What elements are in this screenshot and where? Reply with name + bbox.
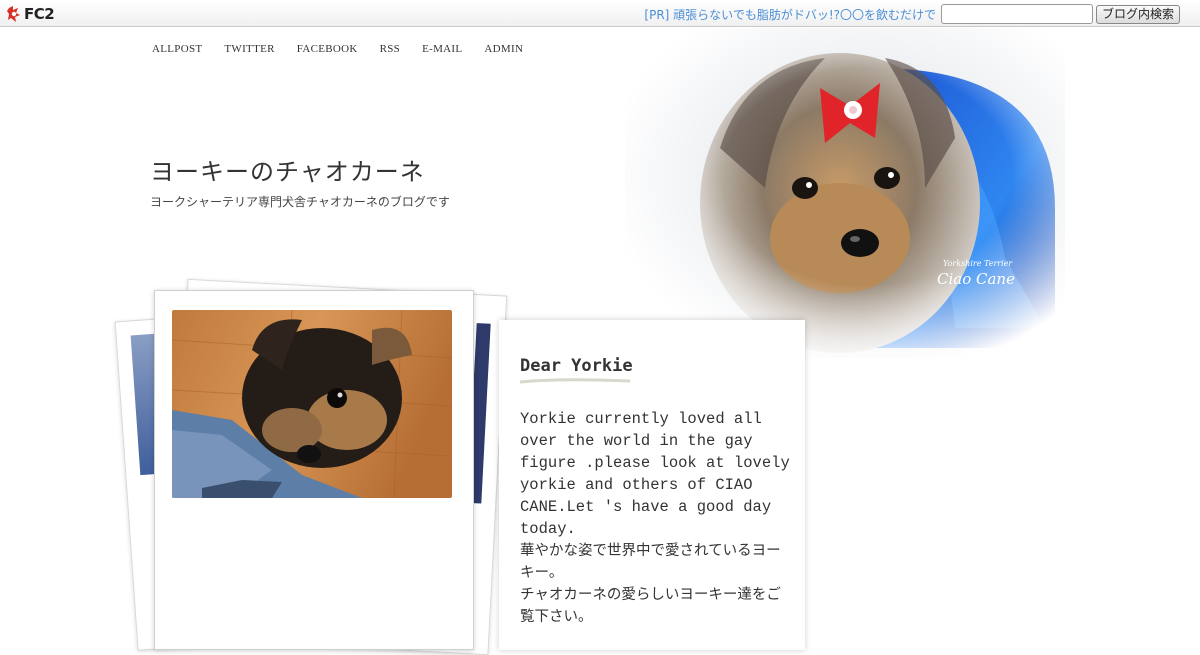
blog-title[interactable]: ヨーキーのチャオカーネ [150, 152, 425, 187]
fc2-toolbar: FC2 [PR] 頑張らないでも脂肪がドバッ!?〇〇を飲むだけで ブログ内検索 [0, 0, 1200, 27]
nav-twitter[interactable]: TWITTER [224, 43, 274, 55]
fc2-logo-icon [7, 6, 20, 22]
nav-admin[interactable]: ADMIN [484, 43, 523, 55]
nav-email[interactable]: E-MAIL [422, 43, 462, 55]
blog-description: ヨークシャーテリア専門犬舎チャオカーネのブログです [150, 195, 450, 209]
about-text-english: Yorkie currently loved all over the worl… [520, 410, 790, 538]
nav-facebook[interactable]: FACEBOOK [297, 43, 358, 55]
pr-ad-link[interactable]: [PR] 頑張らないでも脂肪がドバッ!?〇〇を飲むだけで [644, 6, 936, 23]
nav-allpost[interactable]: ALLPOST [152, 43, 202, 55]
hero-caption-large: Ciao Cane [937, 270, 1015, 288]
featured-photo-card[interactable] [154, 290, 474, 650]
about-text-japanese-1: 華やかな姿で世界中で愛されているヨーキー。 [520, 543, 781, 581]
puppy-photo[interactable] [172, 310, 452, 498]
main-nav: ALLPOST TWITTER FACEBOOK RSS E-MAIL ADMI… [152, 43, 545, 55]
hero-caption-small: Yorkshire Terrier [943, 259, 1013, 268]
header-dog-image: Yorkshire Terrier Ciao Cane [625, 28, 1065, 358]
fc2-logo[interactable]: FC2 [7, 5, 55, 23]
about-card: Dear Yorkie Yorkie currently loved all o… [499, 320, 805, 650]
blog-search-input[interactable] [941, 4, 1093, 24]
about-card-body: Yorkie currently loved all over the worl… [520, 408, 790, 628]
blog-search-button[interactable]: ブログ内検索 [1096, 5, 1180, 24]
title-brush-underline [520, 378, 630, 384]
about-text-japanese-2: チャオカーネの愛らしいヨーキー達をご覧下さい。 [520, 587, 781, 625]
nav-rss[interactable]: RSS [380, 43, 400, 55]
about-card-title: Dear Yorkie [520, 356, 633, 376]
fc2-logo-text: FC2 [24, 5, 55, 23]
